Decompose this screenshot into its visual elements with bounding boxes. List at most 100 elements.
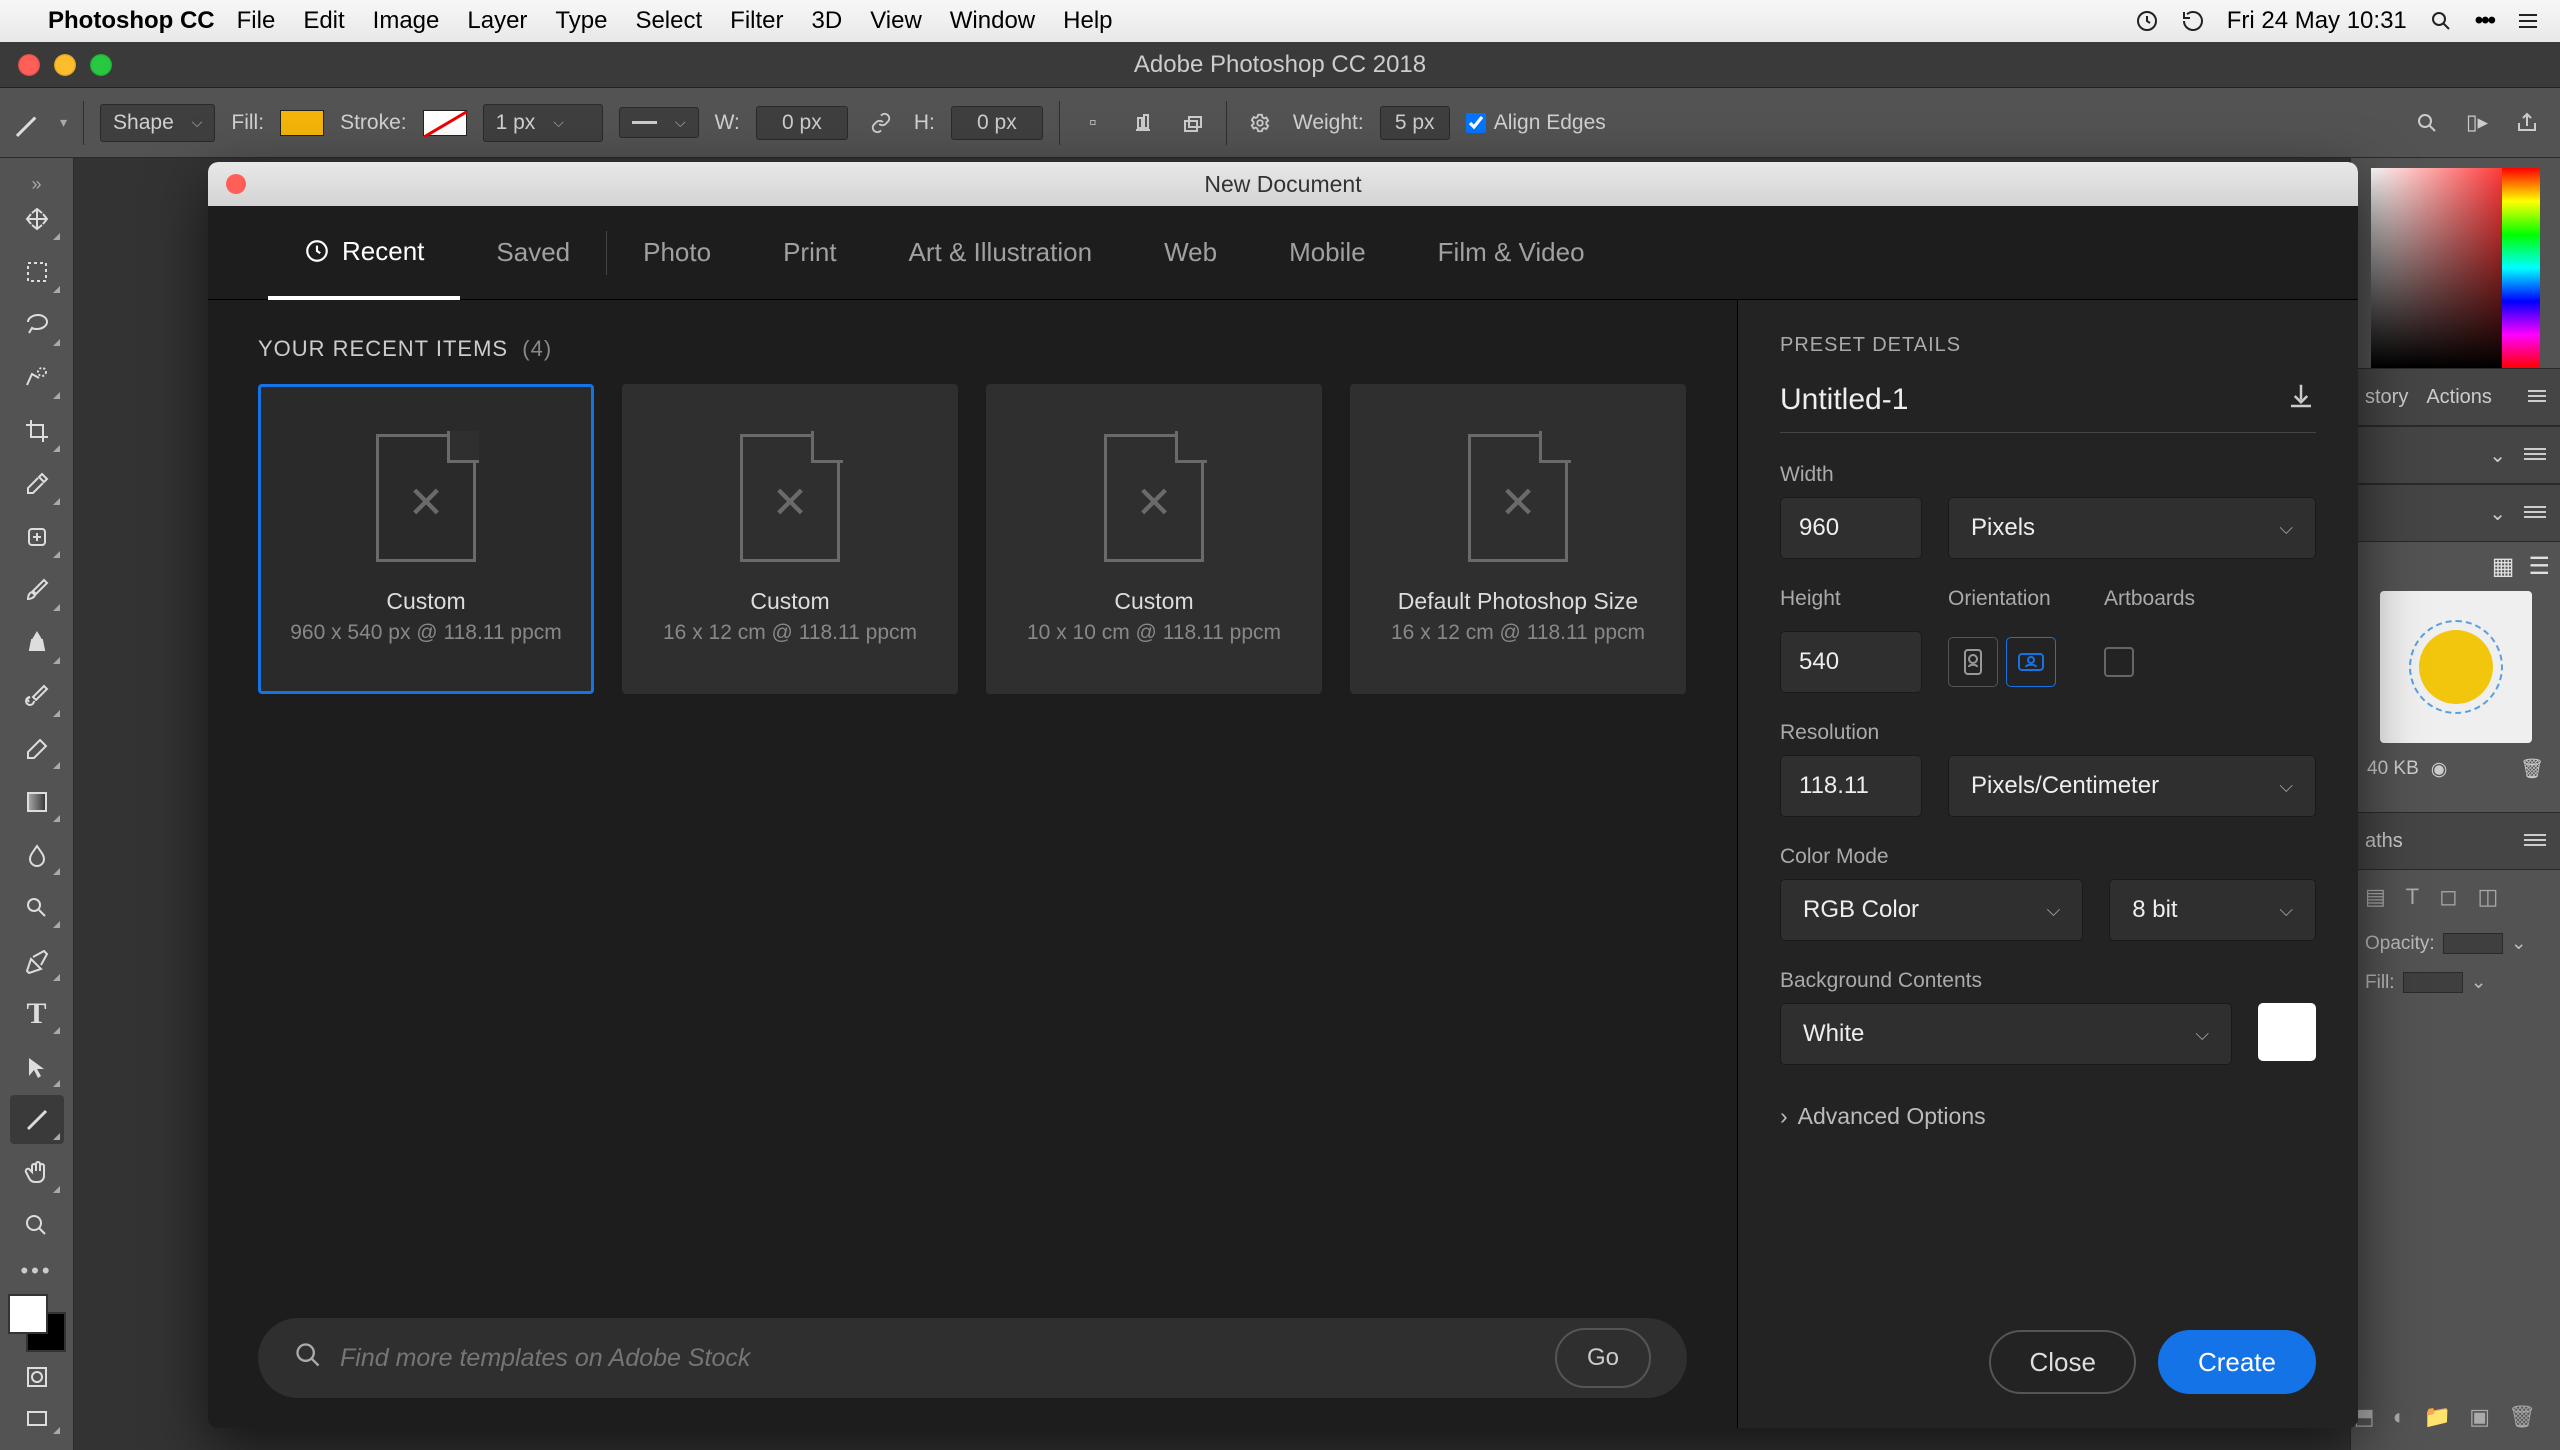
weight-input[interactable] (1380, 106, 1450, 140)
workspace-switcher-icon[interactable]: ▯▸ (2460, 106, 2494, 140)
artboards-checkbox[interactable] (2104, 647, 2134, 677)
app-menu[interactable]: Photoshop CC (48, 7, 215, 35)
lasso-tool[interactable] (10, 301, 64, 350)
brush-thumbnail[interactable] (2380, 591, 2532, 743)
orientation-portrait-button[interactable] (1948, 637, 1998, 687)
trash-icon[interactable]: 🗑 (2520, 757, 2544, 781)
panel-menu-icon[interactable] (2524, 506, 2546, 520)
new-layer-icon[interactable]: ▣ (2469, 1404, 2490, 1430)
width-input[interactable] (756, 106, 848, 140)
height-value-input[interactable] (1799, 648, 1903, 676)
tab-web[interactable]: Web (1128, 206, 1253, 300)
preset-card[interactable]: ✕ Custom 10 x 10 cm @ 118.11 ppcm (986, 384, 1322, 694)
menu-image[interactable]: Image (373, 7, 440, 35)
move-tool[interactable] (10, 195, 64, 244)
tool-preset-picker[interactable]: ▾ (16, 108, 67, 138)
edit-toolbar-icon[interactable]: ••• (0, 1258, 73, 1284)
quick-mask-icon[interactable] (10, 1358, 64, 1396)
crop-tool[interactable] (10, 407, 64, 456)
close-button[interactable]: Close (1989, 1330, 2135, 1394)
hand-tool[interactable] (10, 1148, 64, 1197)
color-swatches[interactable] (8, 1294, 66, 1352)
resolution-unit-dropdown[interactable]: Pixels/Centimeter⌵ (1948, 755, 2316, 817)
delete-layer-icon[interactable]: 🗑 (2508, 1404, 2536, 1430)
document-name-input[interactable] (1780, 383, 2272, 417)
paths-tab-label[interactable]: aths (2365, 830, 2403, 853)
shape-mode-dropdown[interactable]: Shape⌵ (100, 104, 215, 142)
chevron-down-icon[interactable]: ⌄ (2489, 443, 2506, 468)
sync-icon[interactable] (2135, 9, 2159, 33)
tab-recent[interactable]: Recent (268, 206, 460, 300)
fill-color-swatch[interactable] (280, 110, 324, 136)
layer-mask-icon[interactable]: ◐ (2393, 1404, 2406, 1430)
filter-smart-icon[interactable]: ◫ (2478, 884, 2499, 910)
background-color-swatch[interactable] (2258, 1003, 2316, 1061)
width-value-input[interactable] (1799, 514, 1903, 542)
gradient-tool[interactable] (10, 777, 64, 826)
menu-type[interactable]: Type (555, 7, 607, 35)
preset-card[interactable]: ✕ Custom 960 x 540 px @ 118.11 ppcm (258, 384, 594, 694)
menu-3d[interactable]: 3D (812, 7, 843, 35)
panel-menu-icon[interactable] (2528, 390, 2546, 404)
marquee-tool[interactable] (10, 248, 64, 297)
menu-window[interactable]: Window (950, 7, 1035, 35)
screen-mode-icon[interactable] (10, 1400, 64, 1438)
stroke-color-swatch[interactable] (423, 110, 467, 136)
quick-selection-tool[interactable] (10, 354, 64, 403)
siri-icon[interactable]: ••• (2475, 7, 2494, 35)
layer-fill-input[interactable] (2403, 972, 2463, 993)
preset-card[interactable]: ✕ Custom 16 x 12 cm @ 118.11 ppcm (622, 384, 958, 694)
menu-help[interactable]: Help (1063, 7, 1112, 35)
background-contents-dropdown[interactable]: White⌵ (1780, 1003, 2232, 1065)
path-arrangement-icon[interactable] (1176, 106, 1210, 140)
hue-strip[interactable] (2502, 168, 2540, 368)
dodge-tool[interactable] (10, 883, 64, 932)
height-input[interactable] (951, 106, 1043, 140)
dialog-close-button[interactable] (226, 174, 246, 194)
path-alignment-icon[interactable] (1126, 106, 1160, 140)
line-tool[interactable] (10, 1095, 64, 1144)
grid-view-icon[interactable]: ▦ (2492, 552, 2515, 581)
save-preset-icon[interactable] (2286, 381, 2316, 418)
preview-icon[interactable]: ◉ (2431, 758, 2448, 781)
color-mode-dropdown[interactable]: RGB Color⌵ (1780, 879, 2083, 941)
stroke-width-dropdown[interactable]: 1 px⌵ (483, 104, 603, 142)
path-operations-icon[interactable]: ▫ (1076, 106, 1110, 140)
share-icon[interactable] (2510, 106, 2544, 140)
type-tool[interactable]: T (10, 989, 64, 1038)
tab-saved[interactable]: Saved (460, 206, 606, 300)
bit-depth-dropdown[interactable]: 8 bit⌵ (2109, 879, 2316, 941)
pen-tool[interactable] (10, 936, 64, 985)
align-edges-checkbox[interactable]: Align Edges (1466, 111, 1606, 135)
actions-tab-label[interactable]: Actions (2426, 386, 2492, 409)
list-view-icon[interactable]: ☰ (2528, 552, 2550, 581)
filter-shape-icon[interactable]: ◻ (2439, 884, 2457, 910)
stock-search-field[interactable]: Go (258, 1318, 1687, 1398)
tab-art-illustration[interactable]: Art & Illustration (873, 206, 1129, 300)
clone-stamp-tool[interactable] (10, 619, 64, 668)
link-dimensions-icon[interactable] (864, 106, 898, 140)
menu-edit[interactable]: Edit (303, 7, 344, 35)
resolution-input[interactable] (1799, 772, 1903, 800)
healing-brush-tool[interactable] (10, 513, 64, 562)
menubar-clock[interactable]: Fri 24 May 10:31 (2227, 7, 2407, 35)
menu-select[interactable]: Select (635, 7, 702, 35)
eyedropper-tool[interactable] (10, 460, 64, 509)
tab-mobile[interactable]: Mobile (1253, 206, 1402, 300)
tab-print[interactable]: Print (747, 206, 872, 300)
stock-search-input[interactable] (340, 1344, 1537, 1373)
tab-film-video[interactable]: Film & Video (1402, 206, 1621, 300)
path-selection-tool[interactable] (10, 1042, 64, 1091)
gear-icon[interactable] (1243, 106, 1277, 140)
menu-layer[interactable]: Layer (467, 7, 527, 35)
brush-tool[interactable] (10, 566, 64, 615)
spotlight-icon[interactable] (2429, 9, 2453, 33)
timemachine-icon[interactable] (2181, 9, 2205, 33)
filter-text-icon[interactable]: T (2406, 884, 2419, 910)
width-unit-dropdown[interactable]: Pixels⌵ (1948, 497, 2316, 559)
opacity-input[interactable] (2443, 933, 2503, 954)
panel-menu-icon[interactable] (2524, 834, 2546, 848)
zoom-tool[interactable] (10, 1201, 64, 1250)
window-minimize-button[interactable] (54, 54, 76, 76)
notification-center-icon[interactable] (2516, 9, 2540, 33)
